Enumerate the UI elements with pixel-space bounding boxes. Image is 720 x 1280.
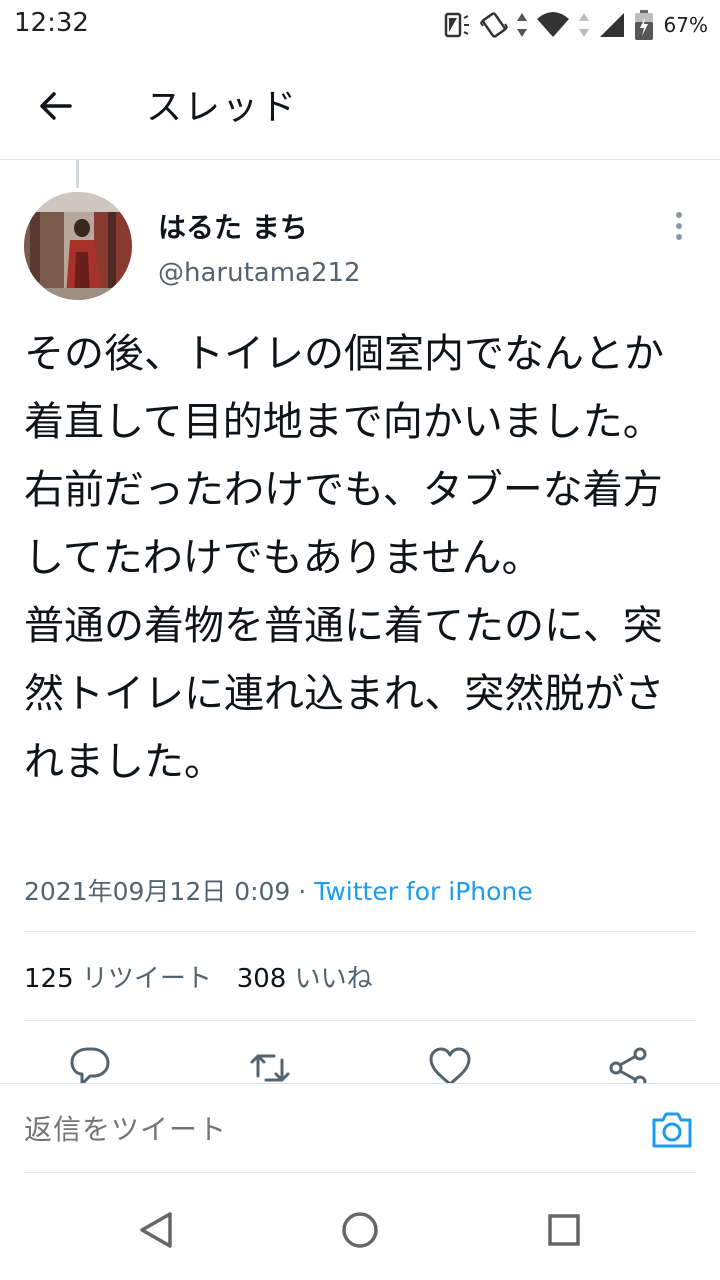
divider xyxy=(24,1172,696,1173)
camera-icon xyxy=(652,1112,692,1148)
retweet-stat[interactable]: 125 リツイート xyxy=(24,964,212,994)
like-button[interactable] xyxy=(428,1046,472,1084)
nav-recents-button[interactable] xyxy=(542,1208,586,1252)
screen-rotation-icon xyxy=(444,12,469,38)
nav-home-button[interactable] xyxy=(338,1208,382,1252)
tweet-meta: 2021年09月12日 0:09 · Twitter for iPhone xyxy=(24,872,533,908)
status-icons: 67% xyxy=(442,8,708,42)
thread-connector-line xyxy=(76,160,79,188)
heart-icon xyxy=(429,1047,471,1084)
reply-composer xyxy=(0,1083,720,1173)
tweet-text: その後、トイレの個室内でなんとか着直して目的地まで向かいました。 右前だったわけ… xyxy=(24,331,665,785)
tweet-source-link[interactable]: Twitter for iPhone xyxy=(314,877,532,906)
header: スレッド xyxy=(0,52,720,160)
share-icon xyxy=(609,1047,647,1084)
tweet-actions xyxy=(0,1040,720,1084)
reply-button[interactable] xyxy=(68,1046,112,1084)
like-stat[interactable]: 308 いいね xyxy=(237,964,373,994)
battery-icon xyxy=(634,10,653,40)
nav-back-button[interactable] xyxy=(134,1208,178,1252)
like-label: いいね xyxy=(294,964,373,994)
retweet-count: 125 xyxy=(24,964,74,994)
triangle-back-icon xyxy=(140,1212,172,1248)
meta-separator: · xyxy=(290,877,315,906)
wifi-icon xyxy=(536,12,569,37)
circle-home-icon xyxy=(342,1212,378,1248)
data-arrows-icon-2 xyxy=(578,13,589,37)
data-arrows-icon xyxy=(516,13,527,37)
status-bar: 12:32 67% xyxy=(0,0,720,52)
retweet-button[interactable] xyxy=(248,1046,292,1084)
avatar[interactable] xyxy=(24,192,132,300)
more-vertical-icon xyxy=(676,212,682,240)
author-name[interactable]: はるた まち xyxy=(158,206,308,246)
share-button[interactable] xyxy=(608,1046,652,1084)
author-handle[interactable]: @harutama212 xyxy=(158,258,361,288)
divider xyxy=(24,1020,696,1021)
back-button[interactable] xyxy=(30,80,82,132)
arrow-left-icon xyxy=(40,92,72,120)
vibrate-icon xyxy=(479,12,508,38)
reply-icon xyxy=(70,1047,110,1084)
more-options-button[interactable] xyxy=(664,208,694,244)
page-title: スレッド xyxy=(146,87,299,128)
status-time: 12:32 xyxy=(14,8,89,38)
retweet-icon xyxy=(250,1054,290,1082)
avatar-image xyxy=(24,192,132,300)
tweet-timestamp[interactable]: 2021年09月12日 0:09 xyxy=(24,877,290,906)
like-count: 308 xyxy=(236,964,287,994)
system-nav-bar xyxy=(0,1176,720,1280)
camera-button[interactable] xyxy=(650,1110,694,1150)
retweet-label: リツイート xyxy=(81,964,212,994)
battery-percentage: 67% xyxy=(663,13,708,37)
square-recents-icon xyxy=(548,1214,580,1246)
divider xyxy=(24,931,696,932)
cell-signal-icon xyxy=(599,13,624,37)
reply-input[interactable] xyxy=(24,1114,385,1146)
tweet-stats: 125 リツイート 308 いいね xyxy=(24,958,373,995)
